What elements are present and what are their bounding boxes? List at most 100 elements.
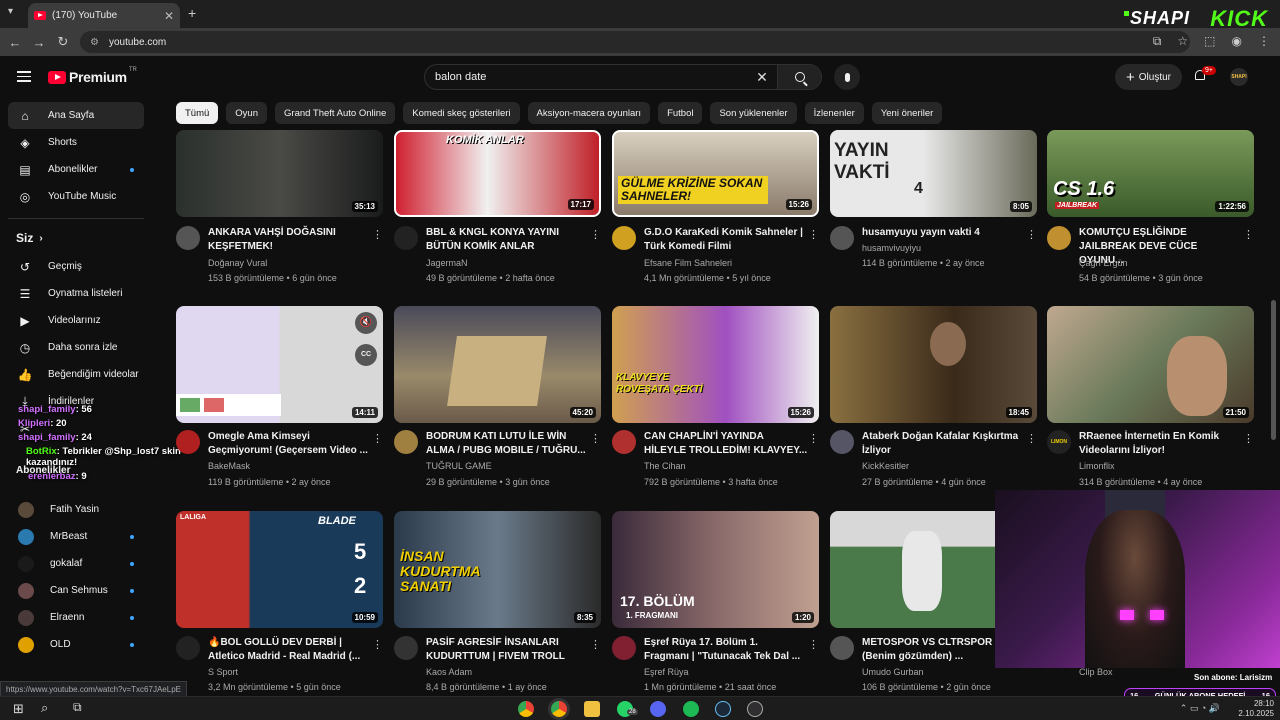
video-title[interactable]: husamyuyu yayın vakti 4 bbox=[862, 226, 1027, 240]
more-options-icon[interactable]: ⋮ bbox=[372, 638, 383, 651]
more-options-icon[interactable]: ⋮ bbox=[590, 638, 601, 651]
extensions-icon[interactable]: ⬚ bbox=[1204, 34, 1215, 49]
site-info-icon[interactable]: ⚙ bbox=[90, 37, 99, 48]
video-thumbnail[interactable]: 17. BÖLÜM 1. FRAGMANI 1:20 bbox=[612, 511, 819, 628]
clock[interactable]: 28:10 2.10.2025 bbox=[1238, 699, 1274, 719]
sidebar-sub-item[interactable]: MrBeast bbox=[8, 523, 144, 550]
system-tray-icons[interactable]: ⌃ ▭ ◔ 🔊 bbox=[1180, 703, 1220, 714]
chip[interactable]: Futbol bbox=[658, 102, 703, 124]
folder-icon[interactable] bbox=[584, 701, 600, 717]
voice-search-button[interactable] bbox=[834, 64, 860, 90]
create-button[interactable]: + Oluştur bbox=[1115, 64, 1182, 90]
video-title[interactable]: METOSPOR VS CLTRSPOR (Benim gözümden) ... bbox=[862, 636, 1002, 664]
channel-name[interactable]: Efsane Film Sahneleri bbox=[644, 258, 732, 268]
channel-name[interactable]: BakeMask bbox=[208, 461, 250, 471]
channel-avatar[interactable] bbox=[612, 226, 636, 250]
video-thumbnail[interactable]: 🔇 CC 14:11 bbox=[176, 306, 383, 423]
video-thumbnail[interactable]: 35:13 bbox=[176, 130, 383, 217]
chip[interactable]: Yeni öneriler bbox=[871, 102, 943, 124]
more-options-icon[interactable]: ⋮ bbox=[808, 432, 819, 445]
video-title[interactable]: 🔥BOL GOLLÜ DEV DERBİ | Atletico Madrid - … bbox=[208, 636, 373, 664]
reload-icon[interactable]: ↻ bbox=[51, 34, 75, 50]
browser-tab[interactable]: (170) YouTube ✕ bbox=[28, 3, 180, 28]
video-thumbnail[interactable]: CS 1.6 JAILBREAK 1:22:56 bbox=[1047, 130, 1254, 217]
clear-search-icon[interactable]: ✕ bbox=[751, 69, 773, 86]
profile-icon[interactable]: ◉ bbox=[1232, 34, 1242, 49]
channel-avatar[interactable] bbox=[394, 430, 418, 454]
back-icon[interactable]: ← bbox=[3, 35, 27, 50]
cast-icon[interactable]: ⧉ bbox=[1153, 34, 1162, 49]
channel-name[interactable]: Doğanay Vural bbox=[208, 258, 267, 268]
mute-icon[interactable]: 🔇 bbox=[355, 312, 377, 334]
chip[interactable]: Komedi skeç gösterileri bbox=[403, 102, 520, 124]
new-tab-icon[interactable]: + bbox=[188, 5, 196, 21]
sidebar-sub-item[interactable]: OLD bbox=[8, 631, 144, 658]
forward-icon[interactable]: → bbox=[27, 35, 51, 50]
more-options-icon[interactable]: ⋮ bbox=[590, 228, 601, 241]
page-scrollbar[interactable] bbox=[1271, 300, 1276, 440]
obs-icon[interactable] bbox=[747, 701, 763, 717]
more-options-icon[interactable]: ⋮ bbox=[1026, 228, 1037, 241]
channel-name[interactable]: JagermaN bbox=[426, 258, 468, 268]
channel-avatar[interactable] bbox=[612, 430, 636, 454]
video-thumbnail[interactable]: 18:45 bbox=[830, 306, 1037, 423]
channel-avatar[interactable] bbox=[176, 636, 200, 660]
video-thumbnail[interactable]: LALIGA BLADE 5 2 10:59 bbox=[176, 511, 383, 628]
chip[interactable]: Aksiyon-macera oyunları bbox=[527, 102, 651, 124]
video-thumbnail[interactable]: GÜLME KRİZİNE SOKAN SAHNELER! 15:26 bbox=[612, 130, 819, 217]
sidebar-item-watch-later[interactable]: ◷ Daha sonra izle bbox=[8, 334, 144, 361]
channel-name[interactable]: TUĞRUL GAME bbox=[426, 461, 492, 471]
video-thumbnail[interactable]: KLAVYEYE ROVEŞATA ÇEKTİ 15:26 bbox=[612, 306, 819, 423]
windows-start-icon[interactable]: ⊞ bbox=[13, 701, 24, 717]
channel-name[interactable]: S Sport bbox=[208, 667, 238, 677]
channel-name[interactable]: Çağrı Ergün bbox=[1079, 258, 1128, 268]
chip[interactable]: Tümü bbox=[176, 102, 219, 124]
channel-avatar[interactable] bbox=[176, 226, 200, 250]
video-thumbnail[interactable]: KOMİK ANLAR 17:17 bbox=[394, 130, 601, 217]
sidebar-sub-item[interactable]: Can Sehmus bbox=[8, 577, 144, 604]
sidebar-sub-item[interactable]: Elraenn bbox=[8, 604, 144, 631]
channel-name[interactable]: Kaos Adam bbox=[426, 667, 472, 677]
video-title[interactable]: G.D.O KaraKedi Komik Sahneler | Türk Kome… bbox=[644, 226, 809, 254]
chip[interactable]: İzlenenler bbox=[804, 102, 864, 124]
chip[interactable]: Grand Theft Auto Online bbox=[275, 102, 396, 124]
chip[interactable]: Oyun bbox=[226, 102, 268, 124]
video-title[interactable]: Ataberk Doğan Kafalar Kışkırtma İzliyor bbox=[862, 430, 1027, 458]
video-title[interactable]: PASİF AGRESİF İNSANLARI KUDURTTUM | FIVEM… bbox=[426, 636, 591, 664]
more-options-icon[interactable]: ⋮ bbox=[808, 228, 819, 241]
bookmark-star-icon[interactable]: ☆ bbox=[1177, 34, 1188, 49]
channel-avatar[interactable] bbox=[830, 636, 854, 660]
url-input[interactable]: ⚙ youtube.com bbox=[80, 31, 1190, 53]
channel-avatar[interactable] bbox=[394, 636, 418, 660]
channel-name[interactable]: Limonflix bbox=[1079, 461, 1115, 471]
video-thumbnail[interactable]: YAYIN VAKTİ 4 8:05 bbox=[830, 130, 1037, 217]
channel-avatar[interactable] bbox=[176, 430, 200, 454]
video-title[interactable]: Omegle Ama Kimseyi Geçmiyorum! (Geçersem … bbox=[208, 430, 373, 458]
sidebar-item-liked[interactable]: 👍 Beğendiğim videolar bbox=[8, 361, 144, 388]
video-title[interactable]: CAN CHAPLİN'İ YAYINDA HİLEYLE TROLLEDİM! … bbox=[644, 430, 809, 458]
video-title[interactable]: Eşref Rüya 17. Bölüm 1. Fragmanı | "Tutun… bbox=[644, 636, 809, 664]
search-button[interactable] bbox=[777, 65, 821, 89]
channel-name[interactable]: Umudo Gurban bbox=[862, 667, 924, 677]
menu-icon[interactable]: ⋮ bbox=[1258, 34, 1270, 49]
video-thumbnail[interactable] bbox=[830, 511, 995, 628]
channel-avatar[interactable] bbox=[830, 226, 854, 250]
video-title[interactable]: BODRUM KATI LUTU İLE WİN ALMA / PUBG MOBI… bbox=[426, 430, 591, 458]
video-title[interactable]: BBL & KNGL KONYA YAYINI BÜTÜN KOMİK ANLAR bbox=[426, 226, 591, 254]
chrome-icon[interactable] bbox=[518, 701, 534, 717]
video-thumbnail[interactable]: İNSAN KUDURTMA SANATI 8:35 bbox=[394, 511, 601, 628]
sidebar-sub-item[interactable]: Fatih Yasin bbox=[8, 496, 144, 523]
channel-avatar[interactable] bbox=[394, 226, 418, 250]
channel-avatar[interactable] bbox=[1047, 226, 1071, 250]
sidebar-item-music[interactable]: ◎ YouTube Music bbox=[8, 183, 144, 210]
chrome-icon[interactable] bbox=[551, 701, 567, 717]
more-options-icon[interactable]: ⋮ bbox=[1243, 228, 1254, 241]
steam-icon[interactable] bbox=[715, 701, 731, 717]
more-options-icon[interactable]: ⋮ bbox=[808, 638, 819, 651]
video-thumbnail[interactable]: 45:20 bbox=[394, 306, 601, 423]
close-tab-icon[interactable]: ✕ bbox=[164, 9, 174, 23]
channel-avatar[interactable] bbox=[830, 430, 854, 454]
youtube-premium-logo[interactable]: Premium TR bbox=[48, 67, 137, 85]
more-options-icon[interactable]: ⋮ bbox=[1026, 432, 1037, 445]
more-options-icon[interactable]: ⋮ bbox=[372, 228, 383, 241]
